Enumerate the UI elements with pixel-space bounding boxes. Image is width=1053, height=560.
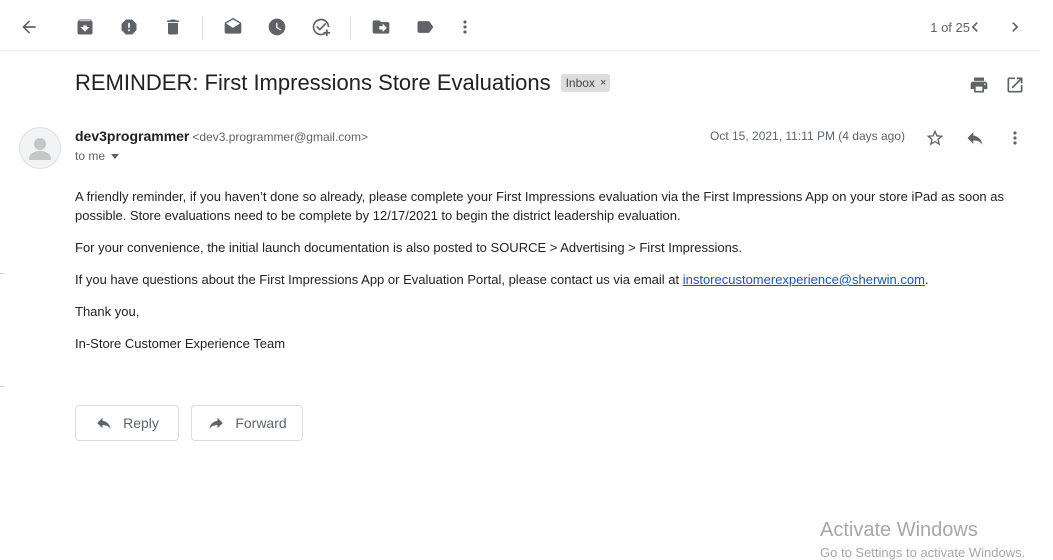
open-new-window-icon[interactable] bbox=[1002, 72, 1028, 98]
body-paragraph: A friendly reminder, if you haven’t done… bbox=[75, 189, 1005, 223]
reply-icon[interactable] bbox=[961, 124, 989, 152]
label-text: Inbox bbox=[565, 76, 595, 90]
snooze-icon[interactable] bbox=[258, 8, 296, 46]
watermark-subtitle: Go to Settings to activate Windows. bbox=[820, 545, 1026, 560]
reply-button-label: Reply bbox=[123, 415, 159, 431]
sender-line: dev3programmer <dev3.programmer@gmail.com… bbox=[75, 128, 368, 144]
toolbar-divider bbox=[202, 16, 203, 40]
recipients-text: to me bbox=[75, 149, 106, 163]
delete-icon[interactable] bbox=[154, 8, 192, 46]
toolbar: 1 of 25 bbox=[0, 4, 1040, 51]
back-arrow-icon[interactable] bbox=[10, 8, 48, 46]
email-subject: REMINDER: First Impressions Store Evalua… bbox=[75, 70, 551, 95]
activate-windows-watermark: Activate Windows Go to Settings to activ… bbox=[820, 519, 1025, 560]
watermark-title: Activate Windows bbox=[820, 519, 978, 541]
remove-label-icon[interactable]: × bbox=[600, 77, 606, 89]
print-icon[interactable] bbox=[966, 72, 992, 98]
recipients-line[interactable]: to me bbox=[75, 149, 120, 163]
edge-tick bbox=[0, 273, 4, 274]
toolbar-divider bbox=[350, 16, 351, 40]
forward-icon bbox=[209, 417, 224, 429]
star-icon[interactable] bbox=[921, 124, 949, 152]
more-vert-icon[interactable] bbox=[446, 8, 484, 46]
labels-icon[interactable] bbox=[406, 8, 444, 46]
forward-button[interactable]: Forward bbox=[191, 405, 303, 441]
reply-button[interactable]: Reply bbox=[75, 405, 179, 441]
forward-button-label: Forward bbox=[235, 415, 287, 431]
mark-unread-icon[interactable] bbox=[214, 8, 252, 46]
body-paragraph: Thank you, bbox=[75, 304, 140, 319]
report-spam-icon[interactable] bbox=[110, 8, 148, 46]
add-to-tasks-icon[interactable] bbox=[302, 8, 340, 46]
message-body: A friendly reminder, if you haven’t done… bbox=[75, 187, 1020, 366]
inbox-label-chip: Inbox × bbox=[560, 74, 611, 92]
body-text: If you have questions about the First Im… bbox=[75, 272, 683, 287]
message-more-vert-icon[interactable] bbox=[1001, 124, 1029, 152]
older-chevron-right-icon[interactable] bbox=[996, 8, 1034, 46]
newer-chevron-left-icon[interactable] bbox=[956, 8, 994, 46]
contact-email-link[interactable]: instorecustomerexperience@sherwin.com bbox=[683, 272, 925, 287]
edge-tick bbox=[0, 386, 4, 387]
move-to-icon[interactable] bbox=[362, 8, 400, 46]
message-date: Oct 15, 2021, 11:11 PM (4 days ago) bbox=[710, 129, 905, 143]
sender-avatar[interactable] bbox=[19, 127, 61, 169]
reply-icon bbox=[97, 417, 111, 429]
body-paragraph: If you have questions about the First Im… bbox=[75, 270, 1020, 289]
body-text: . bbox=[924, 272, 929, 287]
sender-name[interactable]: dev3programmer bbox=[75, 128, 189, 144]
person-icon bbox=[29, 138, 51, 160]
subject-row: REMINDER: First Impressions Store Evalua… bbox=[75, 70, 611, 96]
signature: In-Store Customer Experience Team bbox=[75, 336, 286, 351]
body-paragraph: For your convenience, the initial launch… bbox=[75, 240, 742, 255]
show-details-caret-icon[interactable] bbox=[111, 153, 120, 159]
sender-email: <dev3.programmer@gmail.com> bbox=[192, 130, 368, 144]
archive-icon[interactable] bbox=[66, 8, 104, 46]
